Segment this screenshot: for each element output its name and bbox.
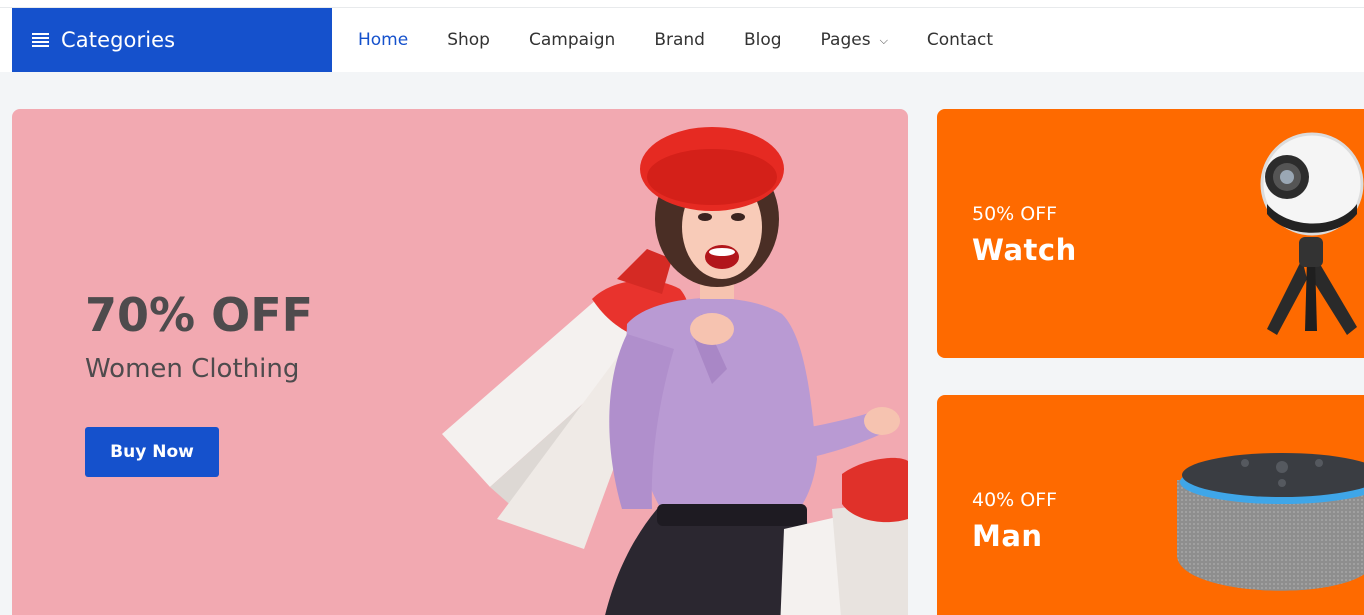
promo-name: Watch: [972, 233, 1077, 267]
nav-link-blog[interactable]: Blog: [744, 30, 782, 50]
categories-button[interactable]: Categories: [12, 8, 332, 72]
camera-product-image: [1260, 132, 1364, 335]
main-navbar: Categories Home Shop Campaign Brand Blog…: [0, 8, 1364, 72]
woman-shopping-image: [442, 127, 908, 615]
menu-icon: [32, 33, 49, 47]
nav-link-brand[interactable]: Brand: [654, 30, 705, 50]
hero-banner[interactable]: 70% OFF Women Clothing Buy Now: [12, 109, 908, 615]
buy-now-button[interactable]: Buy Now: [85, 427, 219, 477]
hero-subtitle: Women Clothing: [85, 354, 300, 384]
categories-label: Categories: [61, 28, 176, 52]
promo-text-man: 40% OFF Man: [972, 489, 1057, 553]
promo-discount: 40% OFF: [972, 489, 1058, 511]
smart-speaker-product-image: [1177, 453, 1364, 591]
nav-link-pages[interactable]: Pages ⌵: [821, 30, 888, 50]
nav-links: Home Shop Campaign Brand Blog Pages ⌵ Co…: [358, 8, 1032, 72]
nav-link-contact[interactable]: Contact: [927, 30, 993, 50]
top-border: [0, 0, 1364, 8]
hero-text: 70% OFF Women Clothing: [85, 288, 313, 384]
promo-card-man[interactable]: 40% OFF Man: [937, 395, 1364, 615]
promo-discount: 50% OFF: [972, 203, 1058, 225]
nav-link-home[interactable]: Home: [358, 30, 408, 50]
nav-link-campaign[interactable]: Campaign: [529, 30, 615, 50]
nav-link-shop[interactable]: Shop: [447, 30, 490, 50]
hero-discount: 70% OFF: [85, 288, 314, 342]
chevron-down-icon: ⌵: [879, 34, 888, 47]
promo-name: Man: [972, 519, 1043, 553]
promo-text-watch: 50% OFF Watch: [972, 203, 1077, 267]
promo-card-watch[interactable]: 50% OFF Watch: [937, 109, 1364, 358]
nav-link-pages-label: Pages: [820, 30, 871, 50]
